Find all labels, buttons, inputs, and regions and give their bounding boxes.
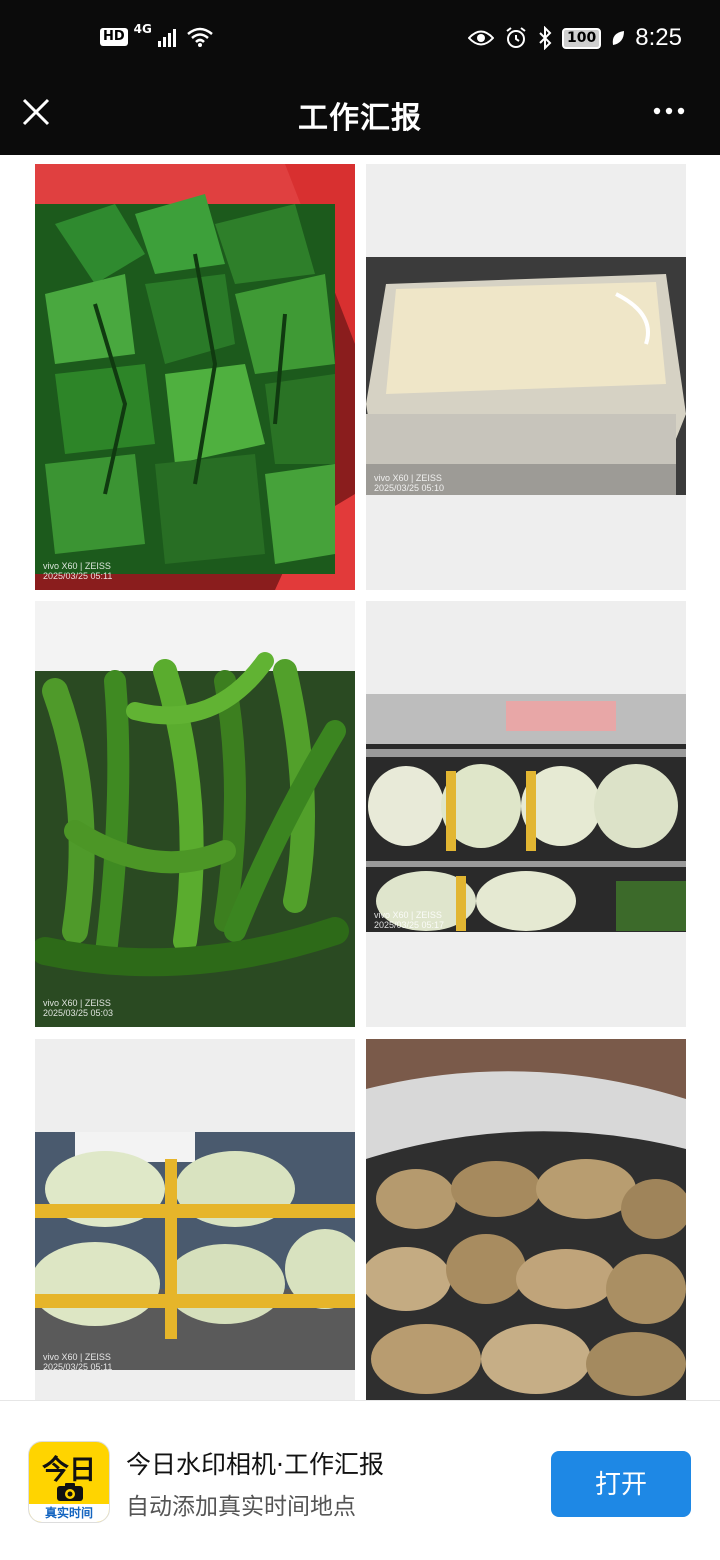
photo-tofu[interactable]: vivo X60 | ZEISS 2025/03/25 05:10 bbox=[366, 164, 686, 590]
photo-ginger[interactable] bbox=[366, 1039, 686, 1400]
battery-level: 100 bbox=[562, 27, 602, 49]
watermark-time: 2025/03/25 05:11 bbox=[43, 571, 113, 581]
watermark-time: 2025/03/25 05:17 bbox=[374, 920, 445, 930]
watermark-time: 2025/03/25 05:03 bbox=[43, 1008, 114, 1018]
status-right: 100 8:25 bbox=[468, 24, 682, 52]
bluetooth-icon bbox=[539, 26, 552, 50]
watermark: vivo X60 | ZEISS 2025/03/25 05:11 bbox=[43, 561, 112, 581]
leaf-icon bbox=[613, 31, 625, 45]
watermark-device: vivo X60 | ZEISS bbox=[374, 910, 442, 920]
network-type: 4G bbox=[133, 22, 152, 36]
watermark-device: vivo X60 | ZEISS bbox=[43, 998, 111, 1008]
hd-badge: HD bbox=[100, 28, 128, 46]
ginger-image bbox=[366, 1039, 686, 1400]
banner-title: 今日水印相机·工作汇报 bbox=[126, 1450, 384, 1479]
photo-shelf-produce[interactable]: vivo X60 | ZEISS 2025/03/25 05:17 bbox=[366, 601, 686, 1027]
photo-kelp[interactable]: vivo X60 | ZEISS 2025/03/25 05:11 bbox=[35, 164, 355, 590]
banner-subtitle: 自动添加真实时间地点 bbox=[126, 1494, 356, 1520]
nav-bar: 工作汇报 bbox=[0, 85, 720, 155]
app-download-banner: 今日 真实时间 今日水印相机·工作汇报 自动添加真实时间地点 打开 bbox=[0, 1400, 720, 1560]
status-left: HD 4G bbox=[100, 22, 214, 48]
peppers-image bbox=[35, 601, 355, 1027]
page-title: 工作汇报 bbox=[298, 101, 422, 136]
kelp-image bbox=[35, 164, 355, 590]
tofu-image bbox=[366, 164, 686, 590]
app-icon[interactable]: 今日 真实时间 bbox=[28, 1441, 110, 1523]
watermark-device: vivo X60 | ZEISS bbox=[43, 561, 111, 571]
watermark: vivo X60 | ZEISS 2025/03/25 05:17 bbox=[374, 910, 444, 930]
watermark-device: vivo X60 | ZEISS bbox=[43, 1352, 111, 1362]
watermark: vivo X60 | ZEISS 2025/03/25 05:11 bbox=[43, 1352, 112, 1372]
alarm-icon bbox=[506, 27, 526, 48]
photo-peppers[interactable]: vivo X60 | ZEISS 2025/03/25 05:03 bbox=[35, 601, 355, 1027]
camera-icon bbox=[57, 1483, 83, 1501]
app-icon-subtext: 真实时间 bbox=[29, 1504, 109, 1522]
wifi-icon bbox=[187, 27, 213, 47]
photo-bagged-cabbage[interactable]: vivo X60 | ZEISS 2025/03/25 05:11 bbox=[35, 1039, 355, 1400]
bagged-cabbage-image bbox=[35, 1039, 355, 1400]
signal-icon bbox=[157, 29, 176, 47]
more-icon[interactable] bbox=[652, 99, 686, 123]
watermark-device: vivo X60 | ZEISS bbox=[374, 473, 442, 483]
watermark-time: 2025/03/25 05:10 bbox=[374, 483, 445, 493]
photo-grid: vivo X60 | ZEISS 2025/03/25 05:11 vivo X… bbox=[0, 155, 720, 1400]
open-button[interactable]: 打开 bbox=[551, 1451, 691, 1517]
watermark-time: 2025/03/25 05:11 bbox=[43, 1362, 113, 1372]
watermark: vivo X60 | ZEISS 2025/03/25 05:03 bbox=[43, 998, 113, 1018]
eye-icon bbox=[468, 30, 495, 46]
watermark: vivo X60 | ZEISS 2025/03/25 05:10 bbox=[374, 473, 444, 493]
status-bar: HD 4G 100 8:25 bbox=[0, 0, 720, 85]
status-time: 8:25 bbox=[635, 24, 682, 51]
shelf-produce-image bbox=[366, 601, 686, 1027]
